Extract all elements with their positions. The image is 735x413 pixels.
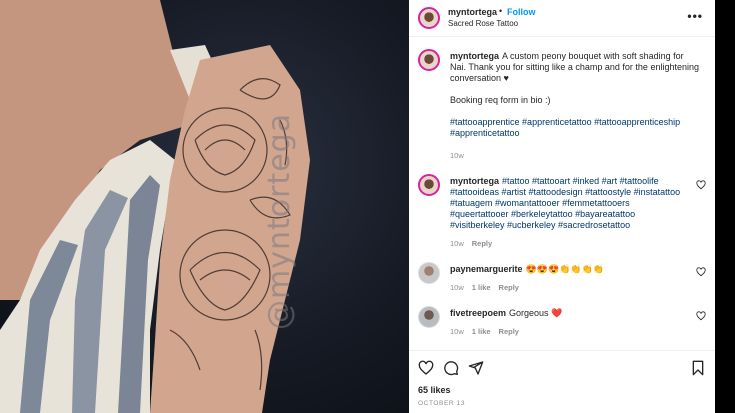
comment-meta: 10w Reply [450,239,500,248]
like-comment-heart-icon[interactable] [696,267,706,277]
reply-button[interactable]: Reply [499,283,519,292]
share-send-icon[interactable] [468,360,484,376]
comment-username[interactable]: paynemarguerite [450,264,523,274]
post-panel: myntortega • Follow Sacred Rose Tattoo •… [409,0,715,413]
commenter-avatar[interactable] [418,306,440,328]
action-bar: 65 likes OCTOBER 13 [409,350,715,413]
comment-body: myntortega #tattoo #tattooart #inked #art… [450,176,686,231]
commenter-avatar[interactable] [418,262,440,284]
comment-username[interactable]: myntortega [450,176,499,186]
author-avatar[interactable] [418,49,440,71]
caption-username[interactable]: myntortega [450,51,499,61]
comment-body: fivetreepoem Gorgeous ❤️ [450,308,686,319]
author-avatar[interactable] [418,7,440,29]
post-image[interactable]: @myntortega [0,0,409,413]
comment-likes[interactable]: 1 like [472,283,491,292]
watermark-text: @myntortega [262,112,297,330]
more-options-icon[interactable]: ••• [687,9,703,23]
tattoo-photo [0,0,310,413]
post-location[interactable]: Sacred Rose Tattoo [448,19,518,28]
commenter-avatar[interactable] [418,174,440,196]
caption-time[interactable]: 10w [450,151,464,160]
caption-booking: Booking req form in bio :) [450,95,551,105]
comment-time[interactable]: 10w [450,327,464,336]
comment-likes[interactable]: 1 like [472,327,491,336]
comment-time[interactable]: 10w [450,283,464,292]
likes-count[interactable]: 65 likes [418,385,451,395]
caption-meta: 10w [450,151,472,160]
post-date[interactable]: OCTOBER 13 [418,400,465,407]
comment-text: Gorgeous ❤️ [509,308,563,318]
reply-button[interactable]: Reply [499,327,519,336]
like-comment-heart-icon[interactable] [696,180,706,190]
caption-hashtags[interactable]: #tattooapprentice #apprenticetattoo #tat… [450,117,700,139]
caption-body: myntortega A custom peony bouquet with so… [450,51,700,139]
separator-dot: • [499,6,503,16]
author-username[interactable]: myntortega [448,7,497,17]
comment-text: 😍😍😍👏👏👏👏 [525,264,604,274]
save-bookmark-icon[interactable] [690,360,706,376]
comment-body: paynemarguerite 😍😍😍👏👏👏👏 [450,264,686,275]
like-heart-icon[interactable] [418,360,434,376]
comment-bubble-icon[interactable] [443,360,459,376]
comment-time[interactable]: 10w [450,239,464,248]
reply-button[interactable]: Reply [472,239,492,248]
post-header: myntortega • Follow Sacred Rose Tattoo •… [409,0,715,37]
comment-meta: 10w 1 like Reply [450,327,527,336]
follow-button[interactable]: Follow [507,7,536,17]
overlay-right-margin [715,0,735,413]
comments-list[interactable]: myntortega A custom peony bouquet with so… [409,37,715,350]
like-comment-heart-icon[interactable] [696,311,706,321]
comment-meta: 10w 1 like Reply [450,283,527,292]
comment-username[interactable]: fivetreepoem [450,308,506,318]
